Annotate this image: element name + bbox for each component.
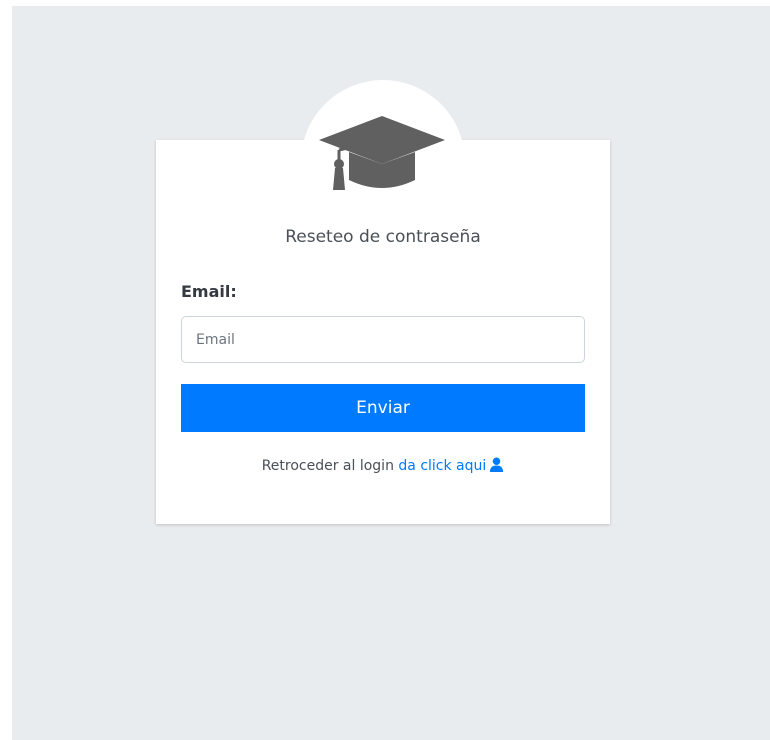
user-icon [490, 457, 504, 472]
graduation-cap-icon [319, 116, 445, 190]
page-background: Reseteo de contraseña Email: Enviar Retr… [12, 6, 770, 740]
submit-button[interactable]: Enviar [181, 384, 585, 432]
back-to-login-link-text: da click aqui [398, 458, 487, 474]
back-to-login-text: Retroceder al login [261, 458, 394, 474]
email-label: Email: [181, 282, 237, 301]
page-title: Reseteo de contraseña [285, 227, 481, 247]
back-to-login: Retroceder al login da click aqui [156, 457, 610, 474]
back-to-login-link[interactable]: da click aqui [398, 457, 504, 474]
email-input[interactable] [181, 316, 585, 363]
